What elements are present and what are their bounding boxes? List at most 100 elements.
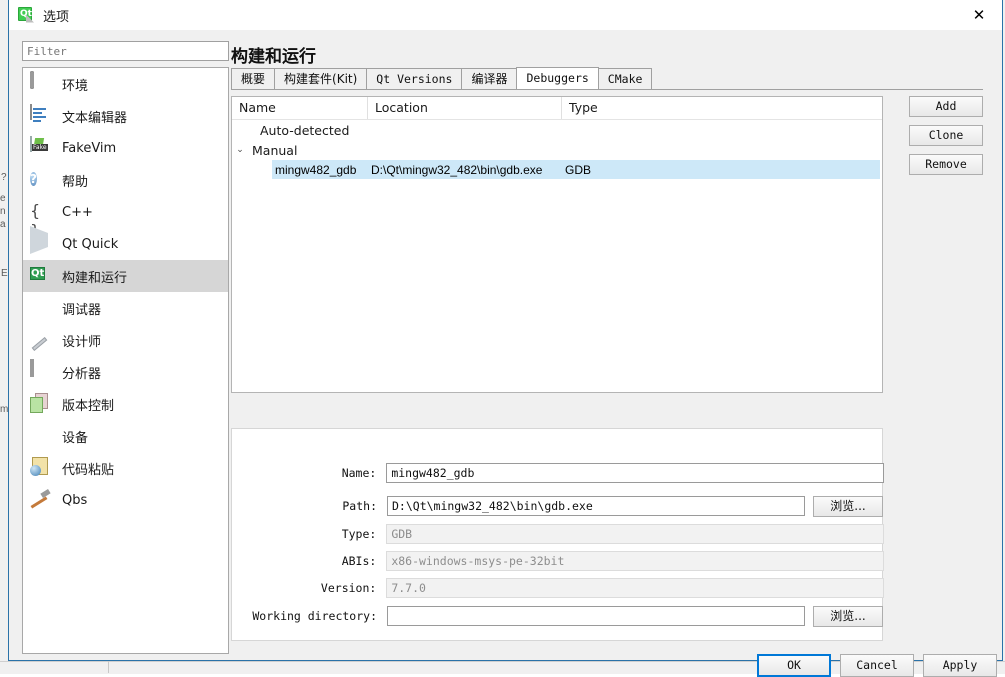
sidebar-item-label: FakeVim bbox=[62, 140, 117, 156]
tree-group-auto-detected[interactable]: Auto-detected bbox=[232, 120, 882, 140]
label-version: Version: bbox=[320, 581, 377, 595]
sidebar-item-5[interactable]: Qt Quick bbox=[23, 226, 228, 260]
close-icon[interactable]: ✕ bbox=[956, 0, 1002, 30]
sidebar-item-3[interactable]: ? 帮助 bbox=[23, 164, 228, 196]
cpp-icon: { } bbox=[30, 201, 41, 240]
sidebar-item-9[interactable]: 分析器 bbox=[23, 356, 228, 388]
tree-group-label: Manual bbox=[252, 142, 298, 158]
sidebar-item-6[interactable]: Qt 构建和运行 bbox=[23, 260, 228, 292]
background-text-fragment: a bbox=[0, 219, 6, 230]
label-path: Path: bbox=[342, 499, 377, 513]
remove-button[interactable]: Remove bbox=[909, 154, 983, 175]
version-field bbox=[386, 578, 884, 598]
debugger-icon bbox=[30, 297, 52, 319]
name-field[interactable] bbox=[386, 463, 884, 483]
settings-category-list[interactable]: 环境文本编辑器 Fake FakeVim? 帮助 { } C++ Qt Quick Qt 构建和… bbox=[22, 67, 229, 654]
debugger-list-tree[interactable]: Name Location Type Auto-detected ⌄ Manua… bbox=[231, 96, 883, 393]
label-name: Name: bbox=[341, 466, 377, 480]
build-run-icon: Qt bbox=[30, 267, 46, 280]
form-row-type: Type: bbox=[232, 523, 884, 545]
fakevim-icon: Fake bbox=[30, 136, 52, 159]
table-row[interactable]: mingw482_gdb D:\Qt\mingw32_482\bin\gdb.e… bbox=[272, 160, 880, 179]
tab-4[interactable]: Debuggers bbox=[516, 67, 599, 89]
sidebar-item-12[interactable]: 代码粘贴 bbox=[23, 452, 228, 484]
sidebar-item-7[interactable]: 调试器 bbox=[23, 292, 228, 324]
add-button[interactable]: Add bbox=[909, 96, 983, 117]
form-row-version: Version: bbox=[232, 577, 884, 599]
tab-3[interactable]: 编译器 bbox=[461, 68, 518, 89]
background-text-fragment: E bbox=[1, 268, 8, 279]
working-directory-field[interactable] bbox=[387, 606, 805, 626]
sidebar-item-0[interactable]: 环境 bbox=[23, 68, 228, 100]
tab-1[interactable]: 构建套件(Kit) bbox=[274, 68, 368, 89]
version-control-icon bbox=[30, 393, 52, 415]
label-abis: ABIs: bbox=[341, 554, 377, 568]
sidebar-item-8[interactable]: 设计师 bbox=[23, 324, 228, 356]
sidebar-item-label: 设计师 bbox=[62, 334, 102, 350]
form-row-name: Name: bbox=[232, 462, 884, 484]
ok-button[interactable]: OK bbox=[757, 654, 831, 677]
qbs-icon bbox=[30, 488, 52, 511]
abis-field bbox=[386, 551, 884, 571]
environment-icon bbox=[30, 71, 52, 95]
column-header-name[interactable]: Name bbox=[232, 97, 368, 119]
label-working-directory: Working directory: bbox=[252, 609, 377, 623]
background-text-fragment: e bbox=[0, 193, 6, 204]
sidebar-item-label: 版本控制 bbox=[62, 398, 115, 414]
tab-5[interactable]: CMake bbox=[597, 68, 653, 89]
sidebar-item-11[interactable]: 设备 bbox=[23, 420, 228, 452]
sidebar-item-label: 代码粘贴 bbox=[62, 462, 115, 478]
analyzer-icon bbox=[30, 359, 52, 383]
help-icon: ? bbox=[30, 172, 37, 186]
sidebar-item-label: 环境 bbox=[62, 78, 89, 94]
cell-debugger-location: D:\Qt\mingw32_482\bin\gdb.exe bbox=[371, 162, 543, 177]
tree-group-label: Auto-detected bbox=[260, 122, 350, 138]
sidebar-item-1[interactable]: 文本编辑器 bbox=[23, 100, 228, 132]
filter-input[interactable] bbox=[22, 41, 229, 61]
background-left-strip bbox=[0, 0, 8, 661]
browse-working-directory-button[interactable]: 浏览... bbox=[813, 605, 883, 627]
apply-button[interactable]: Apply bbox=[923, 654, 997, 677]
form-row-working-directory: Working directory: 浏览... bbox=[232, 605, 884, 627]
cell-debugger-name: mingw482_gdb bbox=[275, 162, 357, 177]
tree-group-manual[interactable]: ⌄ Manual bbox=[232, 140, 882, 160]
dialog-title-bar: Qt 选项 ✕ bbox=[9, 0, 1002, 30]
form-row-abis: ABIs: bbox=[232, 550, 884, 572]
designer-icon bbox=[30, 329, 52, 351]
debugger-detail-panel: Name: Path: 浏览... Type: ABIs: Version: Working… bbox=[231, 428, 884, 641]
sidebar-item-4[interactable]: { } C++ bbox=[23, 196, 228, 240]
column-header-location[interactable]: Location bbox=[368, 97, 562, 119]
clone-button[interactable]: Clone bbox=[909, 125, 983, 146]
label-type: Type: bbox=[341, 527, 377, 541]
tab-bar[interactable]: 概要 构建套件(Kit) Qt Versions 编译器 Debuggers CMake bbox=[231, 67, 983, 90]
qt-quick-icon bbox=[30, 226, 52, 255]
tab-2[interactable]: Qt Versions bbox=[366, 68, 463, 89]
tree-header-row: Name Location Type bbox=[232, 97, 882, 120]
form-row-path: Path: 浏览... bbox=[232, 495, 884, 517]
sidebar-item-label: 文本编辑器 bbox=[62, 110, 128, 126]
browse-path-button[interactable]: 浏览... bbox=[813, 495, 883, 517]
cell-debugger-type: GDB bbox=[565, 162, 592, 177]
path-field[interactable] bbox=[387, 496, 805, 516]
sidebar-item-label: Qbs bbox=[62, 492, 88, 508]
sidebar-item-10[interactable]: 版本控制 bbox=[23, 388, 228, 420]
tab-0[interactable]: 概要 bbox=[231, 68, 276, 89]
sidebar-item-label: 调试器 bbox=[62, 302, 102, 318]
text-editor-icon bbox=[30, 104, 52, 127]
sidebar-item-label: 构建和运行 bbox=[62, 270, 128, 286]
dialog-title: 选项 bbox=[43, 9, 70, 25]
cancel-button[interactable]: Cancel bbox=[840, 654, 914, 677]
sidebar-item-label: 分析器 bbox=[62, 366, 102, 382]
sidebar-item-label: Qt Quick bbox=[62, 236, 119, 252]
sidebar-item-13[interactable]: Qbs bbox=[23, 484, 228, 516]
sidebar-item-label: 帮助 bbox=[62, 174, 89, 190]
chevron-down-icon[interactable]: ⌄ bbox=[232, 145, 248, 155]
column-header-type[interactable]: Type bbox=[562, 97, 882, 119]
background-text-fragment: ? bbox=[1, 172, 7, 183]
background-text-fragment: n bbox=[0, 206, 6, 217]
dialog-button-box: OK Cancel Apply bbox=[757, 654, 997, 677]
sidebar-item-label: 设备 bbox=[62, 430, 89, 446]
code-paste-icon bbox=[30, 457, 52, 479]
sidebar-item-2[interactable]: Fake FakeVim bbox=[23, 132, 228, 164]
background-status-divider bbox=[108, 661, 109, 673]
